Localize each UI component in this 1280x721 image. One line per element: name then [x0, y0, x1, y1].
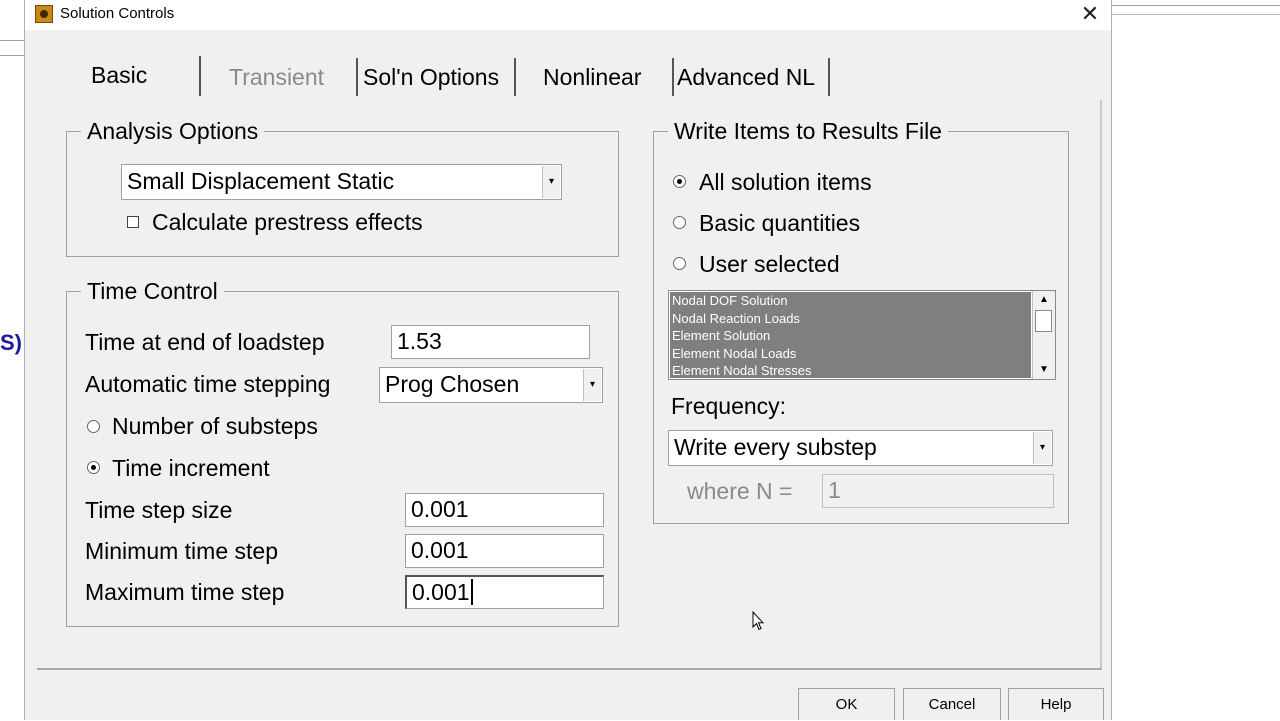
list-item[interactable]: Element Nodal Stresses — [670, 362, 1031, 380]
close-button[interactable]: ✕ — [1077, 2, 1103, 26]
scroll-up-icon[interactable]: ▲ — [1033, 291, 1055, 309]
radio-all-solution-items-label: All solution items — [699, 169, 872, 195]
solution-controls-dialog: Solution Controls ✕ Basic Transient Sol'… — [24, 0, 1112, 720]
help-button[interactable]: Help — [1008, 688, 1104, 720]
analysis-type-select[interactable]: Small Displacement Static ▾ — [121, 164, 562, 200]
where-n-label: where N = — [687, 478, 793, 504]
end-time-input[interactable]: 1.53 — [391, 325, 590, 359]
tab-divider — [828, 58, 830, 96]
max-step-input[interactable]: 0.001 — [405, 575, 604, 609]
list-item[interactable]: Nodal Reaction Loads — [670, 310, 1031, 328]
analysis-type-value: Small Displacement Static — [127, 168, 395, 194]
min-step-label: Minimum time step — [85, 538, 278, 564]
background-window-left: S) — [0, 0, 24, 720]
step-size-input[interactable]: 0.001 — [405, 493, 604, 527]
prestress-label: Calculate prestress effects — [152, 209, 423, 235]
tab-transient[interactable]: Transient — [229, 60, 324, 96]
auto-step-label: Automatic time stepping — [85, 371, 331, 397]
list-item[interactable]: Nodal DOF Solution — [670, 292, 1031, 310]
tab-soln-options[interactable]: Sol'n Options — [363, 60, 499, 96]
chevron-down-icon[interactable]: ▾ — [542, 166, 560, 198]
frequency-select[interactable]: Write every substep ▾ — [668, 430, 1053, 466]
where-n-input[interactable]: 1 — [822, 474, 1054, 508]
radio-all-solution-items[interactable] — [673, 175, 686, 188]
list-item[interactable]: Element Solution — [670, 327, 1031, 345]
max-step-label: Maximum time step — [85, 579, 285, 605]
list-item[interactable]: Element Nodal Loads — [670, 345, 1031, 363]
mouse-cursor-icon — [752, 611, 764, 631]
listbox-scrollbar[interactable]: ▲ ▼ — [1032, 291, 1055, 379]
results-items-list: Nodal DOF Solution Nodal Reaction Loads … — [670, 292, 1031, 378]
close-icon: ✕ — [1080, 1, 1100, 26]
title-bar[interactable]: Solution Controls ✕ — [25, 0, 1111, 30]
tab-divider — [199, 56, 201, 96]
background-divider — [1112, 5, 1280, 6]
radio-number-of-substeps[interactable] — [87, 420, 100, 433]
auto-step-value: Prog Chosen — [385, 371, 520, 397]
auto-step-select[interactable]: Prog Chosen ▾ — [379, 367, 603, 403]
write-items-title: Write Items to Results File — [668, 117, 948, 145]
cancel-button[interactable]: Cancel — [903, 688, 1001, 720]
text-caret — [470, 579, 473, 605]
frequency-value: Write every substep — [674, 434, 877, 460]
ok-button[interactable]: OK — [798, 688, 895, 720]
ansys-gear-icon — [35, 5, 53, 23]
radio-basic-quantities-label: Basic quantities — [699, 210, 861, 236]
tab-divider — [514, 58, 516, 96]
tab-panel-border — [37, 668, 1101, 670]
tab-divider — [672, 58, 674, 96]
tab-nonlinear[interactable]: Nonlinear — [543, 60, 641, 96]
background-divider — [1112, 14, 1280, 15]
scroll-down-icon[interactable]: ▼ — [1033, 361, 1055, 379]
results-items-listbox[interactable]: Nodal DOF Solution Nodal Reaction Loads … — [668, 290, 1056, 380]
divider — [0, 55, 24, 56]
tab-basic[interactable]: Basic — [91, 58, 201, 94]
tab-divider — [356, 58, 358, 96]
chevron-down-icon[interactable]: ▾ — [583, 369, 601, 401]
max-step-value: 0.001 — [412, 579, 470, 605]
min-step-input[interactable]: 0.001 — [405, 534, 604, 568]
step-size-label: Time step size — [85, 497, 233, 523]
background-partial-text: S) — [0, 330, 22, 355]
frequency-label: Frequency: — [671, 393, 787, 419]
scrollbar-thumb[interactable] — [1035, 310, 1052, 332]
tab-panel-border — [1100, 100, 1102, 670]
radio-number-of-substeps-label: Number of substeps — [112, 413, 318, 439]
radio-user-selected[interactable] — [673, 257, 686, 270]
radio-user-selected-label: User selected — [699, 251, 840, 277]
prestress-checkbox[interactable] — [127, 216, 139, 228]
tab-advanced-nl[interactable]: Advanced NL — [677, 60, 815, 96]
radio-time-increment-label: Time increment — [112, 455, 270, 481]
time-control-title: Time Control — [81, 277, 224, 305]
analysis-options-title: Analysis Options — [81, 117, 265, 145]
divider — [0, 40, 24, 41]
radio-basic-quantities[interactable] — [673, 216, 686, 229]
end-time-label: Time at end of loadstep — [85, 329, 325, 355]
radio-time-increment[interactable] — [87, 461, 100, 474]
chevron-down-icon[interactable]: ▾ — [1033, 432, 1051, 464]
window-title: Solution Controls — [60, 5, 175, 22]
